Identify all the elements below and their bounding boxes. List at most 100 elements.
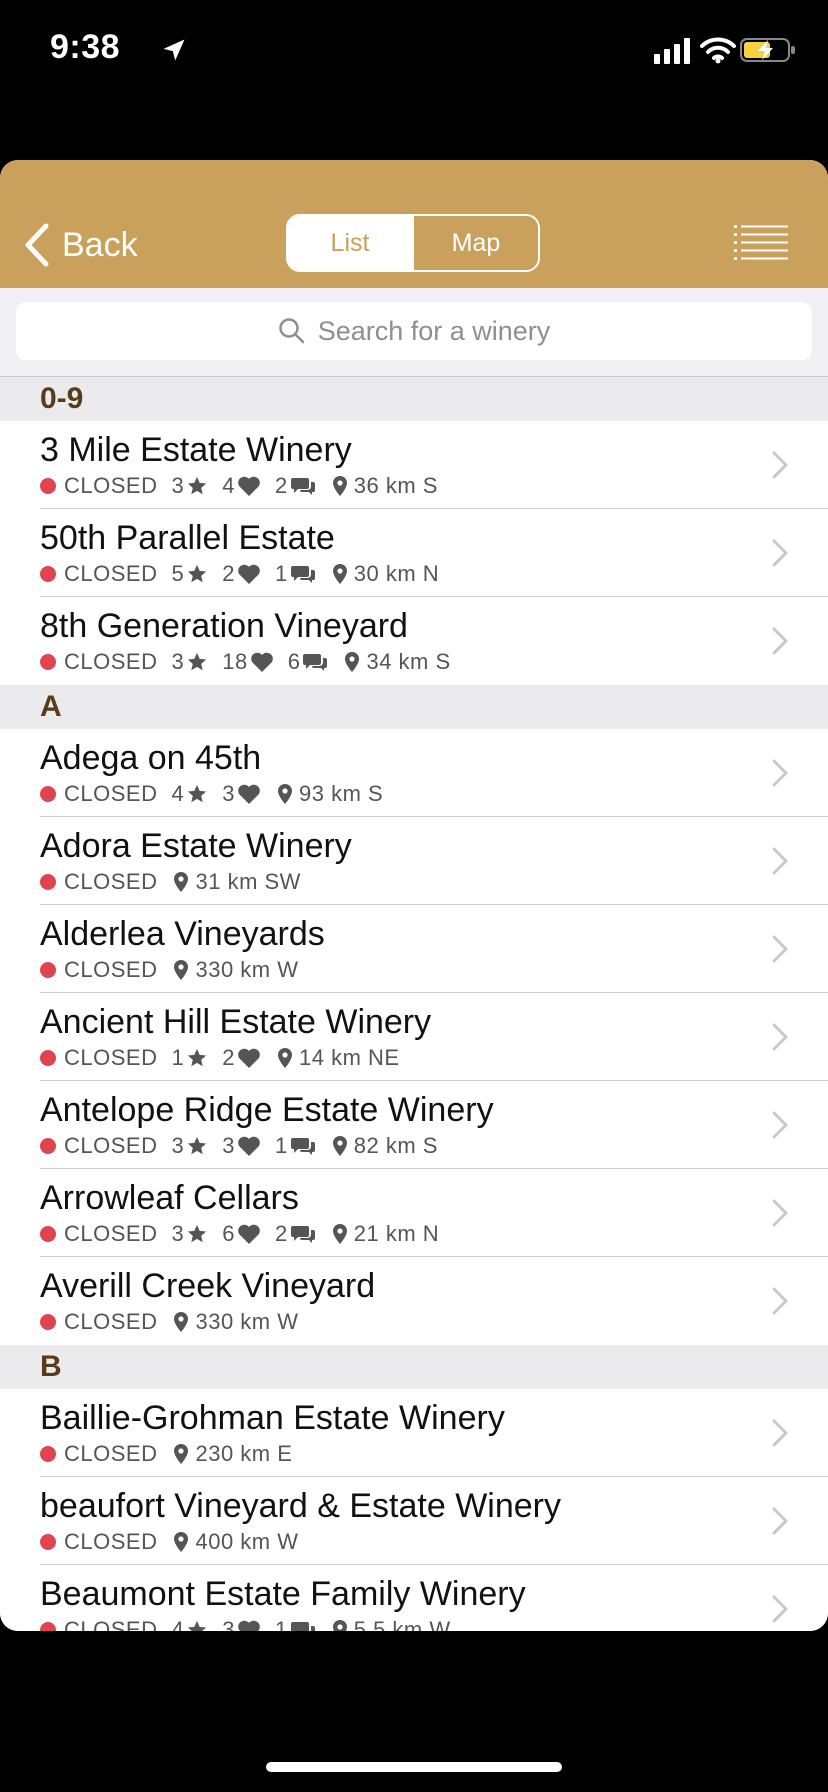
winery-row[interactable]: Arrowleaf Cellars CLOSED 3 6 2 21 km N: [0, 1169, 828, 1257]
distance: 14 km NE: [275, 1045, 400, 1071]
back-button[interactable]: Back: [24, 220, 138, 270]
open-status: CLOSED: [64, 781, 158, 806]
winery-meta: CLOSED 4 3 93 km S: [40, 781, 383, 807]
winery-row[interactable]: Adora Estate Winery CLOSED 31 km SW: [0, 817, 828, 905]
rating-stars: 4: [171, 781, 208, 807]
winery-meta: CLOSED 3 6 2 21 km N: [40, 1221, 439, 1247]
open-status: CLOSED: [64, 561, 158, 586]
winery-meta: CLOSED 400 km W: [40, 1529, 299, 1555]
comment-icon: [290, 566, 315, 583]
rating-stars: 3: [171, 1221, 208, 1247]
distance: 400 km W: [171, 1529, 298, 1555]
favorites: 2: [222, 1045, 261, 1071]
stars-count: 4: [171, 1617, 185, 1631]
rating-stars: 5: [171, 561, 208, 587]
winery-name: Antelope Ridge Estate Winery: [40, 1091, 494, 1129]
closed-status-dot: [40, 1138, 56, 1154]
distance: 31 km SW: [171, 869, 300, 895]
star-icon: [188, 1620, 207, 1631]
distance: 34 km S: [342, 649, 450, 675]
status-time: 9:38: [50, 28, 121, 66]
distance: 30 km N: [330, 561, 439, 587]
winery-name: Adega on 45th: [40, 739, 262, 777]
winery-meta: CLOSED 3 3 1 82 km S: [40, 1133, 438, 1159]
location-pin-icon: [174, 1312, 189, 1332]
hearts-count: 3: [222, 1133, 235, 1158]
winery-row[interactable]: Beaumont Estate Family Winery CLOSED 4 3 1 5.…: [0, 1565, 828, 1631]
winery-name: 50th Parallel Estate: [40, 519, 335, 557]
chevron-right-icon: [772, 539, 788, 567]
winery-meta: CLOSED 230 km E: [40, 1441, 292, 1467]
heart-icon: [238, 1224, 260, 1244]
app-content: Back List Map Search for a winery 0-9 3 …: [0, 160, 828, 1631]
winery-row[interactable]: 3 Mile Estate Winery CLOSED 3 4 2 36 km S: [0, 421, 828, 509]
comments-count: 2: [274, 473, 288, 498]
hearts-count: 18: [222, 649, 248, 674]
location-pin-icon: [277, 1048, 292, 1068]
closed-status-dot: [40, 962, 56, 978]
winery-name: Arrowleaf Cellars: [40, 1179, 299, 1217]
heart-icon: [238, 1048, 260, 1068]
winery-row[interactable]: 50th Parallel Estate CLOSED 5 2 1 30 km N: [0, 509, 828, 597]
rating-stars: 3: [171, 473, 208, 499]
distance-value: 230 km E: [195, 1441, 293, 1466]
heart-icon: [238, 1620, 260, 1631]
favorites: 2: [222, 561, 261, 587]
navigation-bar: Back List Map: [0, 160, 828, 288]
comment-icon: [290, 1138, 315, 1155]
favorites: 3: [222, 1133, 261, 1159]
hearts-count: 2: [222, 1045, 235, 1070]
winery-meta: CLOSED 5 2 1 30 km N: [40, 561, 439, 587]
winery-row[interactable]: Antelope Ridge Estate Winery CLOSED 3 3 1 82 …: [0, 1081, 828, 1169]
winery-row[interactable]: Averill Creek Vineyard CLOSED 330 km W: [0, 1257, 828, 1345]
stars-count: 5: [171, 561, 185, 586]
star-icon: [188, 784, 207, 803]
winery-row[interactable]: beaufort Vineyard & Estate Winery CLOSED 4…: [0, 1477, 828, 1565]
comment-icon: [290, 1622, 315, 1631]
winery-meta: CLOSED 3 4 2 36 km S: [40, 473, 438, 499]
winery-row[interactable]: Ancient Hill Estate Winery CLOSED 1 2 14 km …: [0, 993, 828, 1081]
location-pin-icon: [332, 564, 347, 584]
segment-list[interactable]: List: [288, 216, 412, 270]
favorites: 6: [222, 1221, 261, 1247]
location-pin-icon: [174, 1532, 189, 1552]
location-pin-icon: [174, 1444, 189, 1464]
winery-row[interactable]: 8th Generation Vineyard CLOSED 3 18 6 34 km S: [0, 597, 828, 685]
winery-row[interactable]: Alderlea Vineyards CLOSED 330 km W: [0, 905, 828, 993]
distance: 330 km W: [171, 957, 298, 983]
location-pin-icon: [277, 784, 292, 804]
closed-status-dot: [40, 1446, 56, 1462]
open-status: CLOSED: [64, 473, 158, 498]
star-icon: [188, 652, 207, 671]
closed-status-dot: [40, 1314, 56, 1330]
winery-row[interactable]: Adega on 45th CLOSED 4 3 93 km S: [0, 729, 828, 817]
open-status: CLOSED: [64, 1617, 158, 1631]
battery-charging-icon: [740, 38, 795, 62]
star-icon: [188, 1136, 207, 1155]
star-icon: [188, 476, 207, 495]
search-placeholder: Search for a winery: [317, 315, 551, 346]
heart-icon: [238, 564, 260, 584]
comments-count: 1: [274, 1133, 288, 1158]
hearts-count: 3: [222, 1617, 235, 1631]
menu-list-icon[interactable]: [734, 224, 788, 260]
comments-count: 2: [274, 1221, 288, 1246]
cellular-signal-icon: [654, 38, 690, 64]
closed-status-dot: [40, 1226, 56, 1242]
distance-value: 34 km S: [366, 649, 451, 674]
open-status: CLOSED: [64, 1045, 158, 1070]
location-pin-icon: [332, 1136, 347, 1156]
search-input[interactable]: Search for a winery: [16, 302, 812, 360]
open-status: CLOSED: [64, 1309, 158, 1334]
stars-count: 3: [171, 1133, 185, 1158]
hearts-count: 4: [222, 473, 235, 498]
winery-row[interactable]: Baillie-Grohman Estate Winery CLOSED 230 k…: [0, 1389, 828, 1477]
distance-value: 30 km N: [353, 561, 440, 586]
closed-status-dot: [40, 566, 56, 582]
home-indicator[interactable]: [266, 1762, 562, 1772]
heart-icon: [238, 476, 260, 496]
chevron-right-icon: [772, 1595, 788, 1623]
segment-map[interactable]: Map: [412, 216, 538, 270]
distance-value: 330 km W: [195, 1309, 299, 1334]
comments: 1: [275, 1617, 316, 1631]
